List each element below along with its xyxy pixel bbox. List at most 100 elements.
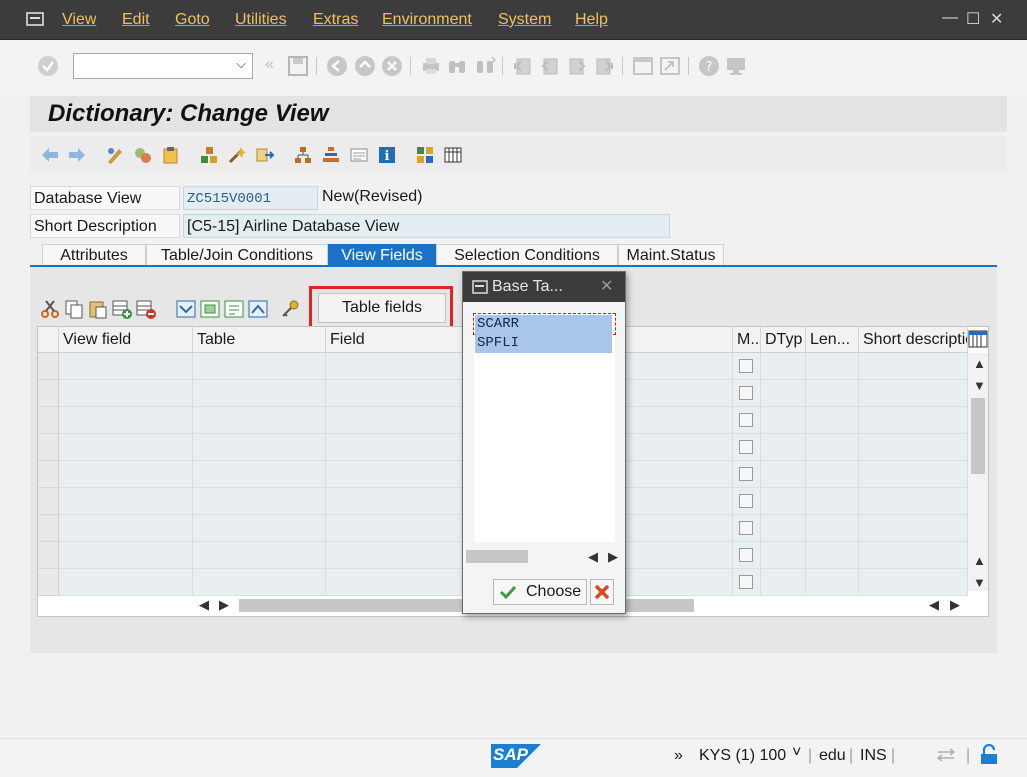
tab-view-fields[interactable]: View Fields: [328, 244, 436, 266]
column-header-len[interactable]: Len...: [806, 327, 859, 353]
table-cell[interactable]: [59, 488, 193, 515]
select-all-icon[interactable]: [175, 298, 197, 320]
table-cell[interactable]: [806, 515, 859, 542]
paste-icon[interactable]: [87, 298, 109, 320]
first-page-icon[interactable]: [512, 55, 534, 77]
table-cell[interactable]: [859, 461, 968, 488]
copy-icon[interactable]: [63, 298, 85, 320]
insert-mode[interactable]: INS: [860, 747, 887, 765]
mandatory-checkbox[interactable]: [739, 359, 753, 373]
table-cell[interactable]: [761, 542, 806, 569]
vertical-scroll-thumb[interactable]: [971, 398, 985, 474]
table-cell[interactable]: [859, 542, 968, 569]
customize-layout-icon[interactable]: [725, 55, 747, 77]
table-cell[interactable]: [806, 434, 859, 461]
enter-icon[interactable]: [37, 55, 59, 77]
database-view-field[interactable]: ZC515V0001: [183, 186, 318, 210]
table-cell[interactable]: [193, 353, 326, 380]
table-cell[interactable]: [193, 434, 326, 461]
info-icon[interactable]: i: [377, 145, 397, 165]
mandatory-checkbox[interactable]: [739, 548, 753, 562]
row-selector[interactable]: [38, 542, 59, 569]
back-arrow-icon[interactable]: [40, 145, 60, 165]
save-icon[interactable]: [287, 55, 309, 77]
row-selector[interactable]: [38, 407, 59, 434]
menu-environment[interactable]: Environment: [382, 11, 472, 29]
select-all-cell[interactable]: [38, 327, 59, 353]
mandatory-checkbox[interactable]: [739, 521, 753, 535]
table-cell[interactable]: [193, 569, 326, 596]
new-session-icon[interactable]: [632, 55, 654, 77]
print-icon[interactable]: [420, 55, 442, 77]
tab-table-join-conditions[interactable]: Table/Join Conditions: [146, 244, 328, 266]
popup-horizontal-scroll-thumb[interactable]: [466, 550, 528, 563]
table-cell[interactable]: [761, 488, 806, 515]
table-cell[interactable]: [193, 542, 326, 569]
command-input[interactable]: [78, 55, 228, 77]
table-cell[interactable]: [859, 353, 968, 380]
scroll-top-icon[interactable]: ▲: [973, 356, 986, 371]
table-fields-button[interactable]: Table fields: [318, 293, 446, 323]
table-cell[interactable]: [761, 515, 806, 542]
move-up-icon[interactable]: [247, 298, 269, 320]
menu-edit[interactable]: Edit: [122, 11, 150, 29]
mandatory-checkbox[interactable]: [739, 386, 753, 400]
command-dropdown-icon[interactable]: ⌵: [236, 56, 246, 72]
table-cell[interactable]: [761, 461, 806, 488]
table-cell[interactable]: [59, 380, 193, 407]
table-cell[interactable]: [806, 353, 859, 380]
table-cell[interactable]: [761, 407, 806, 434]
scroll-bottom-icon[interactable]: ▼: [973, 575, 986, 590]
scroll-left-icon[interactable]: ◀: [199, 597, 209, 613]
hierarchy-icon[interactable]: [415, 145, 435, 165]
shortcut-icon[interactable]: [659, 55, 681, 77]
system-dropdown-icon[interactable]: ˅: [792, 744, 801, 762]
table-cell[interactable]: [761, 434, 806, 461]
column-header-short-description[interactable]: Short descriptio: [859, 327, 968, 353]
find-next-icon[interactable]: [474, 55, 496, 77]
navigation-window-icon[interactable]: [321, 145, 341, 165]
table-cell[interactable]: [193, 515, 326, 542]
table-cell[interactable]: [859, 569, 968, 596]
table-cell[interactable]: [59, 407, 193, 434]
popup-menu-icon[interactable]: [472, 280, 488, 294]
status-expand-icon[interactable]: »: [674, 747, 683, 765]
menu-goto[interactable]: Goto: [175, 11, 210, 29]
mandatory-checkbox[interactable]: [739, 413, 753, 427]
menu-system[interactable]: System: [498, 11, 551, 29]
row-selector[interactable]: [38, 569, 59, 596]
collapse-icon[interactable]: «: [265, 56, 274, 74]
scroll-left-end-icon[interactable]: ◀: [929, 597, 939, 613]
table-cell[interactable]: [193, 380, 326, 407]
display-change-icon[interactable]: [105, 145, 125, 165]
popup-close-icon[interactable]: ✕: [600, 272, 613, 302]
table-cell[interactable]: [761, 353, 806, 380]
table-cell[interactable]: [761, 569, 806, 596]
table-cell[interactable]: [59, 353, 193, 380]
menu-view[interactable]: View: [62, 11, 96, 29]
table-display-icon[interactable]: [443, 145, 463, 165]
menu-icon[interactable]: [26, 11, 44, 27]
list-item-spfli[interactable]: SPFLI: [475, 334, 612, 353]
scroll-down-icon[interactable]: ▼: [973, 378, 986, 393]
mandatory-checkbox[interactable]: [739, 440, 753, 454]
cut-icon[interactable]: [39, 298, 61, 320]
help-icon[interactable]: ?: [698, 55, 720, 77]
check-icon[interactable]: [161, 145, 181, 165]
test-icon[interactable]: [227, 145, 247, 165]
back-icon[interactable]: [326, 55, 348, 77]
row-selector[interactable]: [38, 434, 59, 461]
mandatory-checkbox[interactable]: [739, 575, 753, 589]
table-cell[interactable]: [806, 569, 859, 596]
popup-scroll-right-icon[interactable]: ▶: [608, 549, 618, 565]
maximize-button[interactable]: ☐: [966, 9, 980, 29]
minimize-button[interactable]: —: [942, 9, 958, 27]
close-button[interactable]: ✕: [990, 9, 1003, 29]
previous-page-icon[interactable]: [539, 55, 561, 77]
short-description-field[interactable]: [C5-15] Airline Database View: [183, 214, 670, 238]
menu-help[interactable]: Help: [575, 11, 608, 29]
insert-row-icon[interactable]: [111, 298, 133, 320]
select-block-icon[interactable]: [199, 298, 221, 320]
activate-icon[interactable]: [199, 145, 219, 165]
table-cell[interactable]: [859, 515, 968, 542]
